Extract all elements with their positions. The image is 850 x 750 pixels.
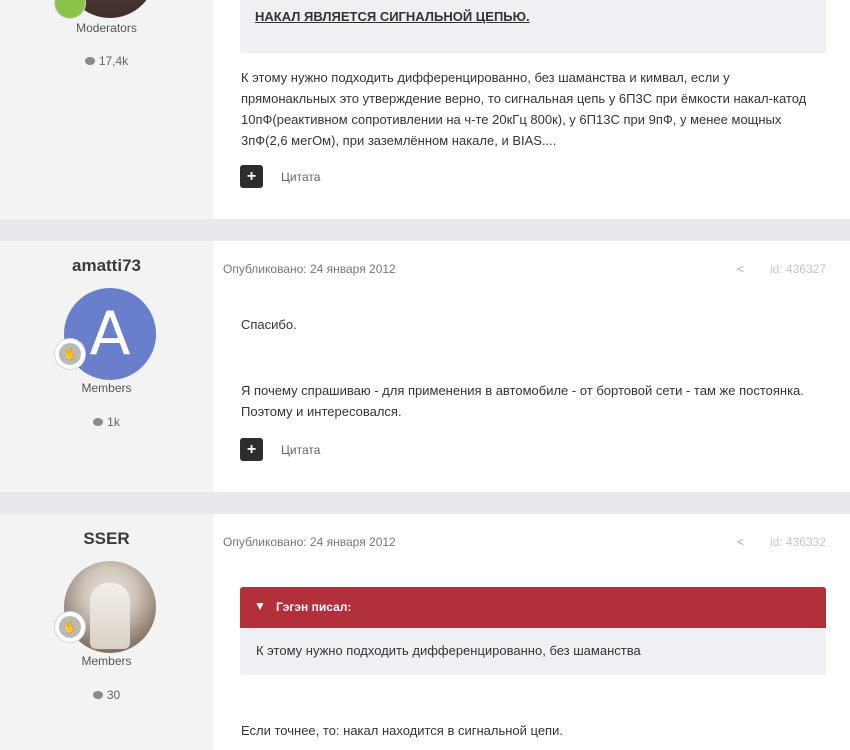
- reaction-count: 1k: [0, 415, 213, 429]
- chevron-down-icon[interactable]: ▼: [254, 599, 266, 613]
- reaction-count: 17,4k: [0, 54, 213, 68]
- author-panel: Moderators 17,4k: [0, 0, 213, 219]
- username[interactable]: SSER: [0, 529, 213, 549]
- quote-box: НАКАЛ ЯВЛЯЕТСЯ СИГНАЛЬНОЙ ЦЕПЬЮ.: [240, 0, 826, 53]
- quote-text: НАКАЛ ЯВЛЯЕТСЯ СИГНАЛЬНОЙ ЦЕПЬЮ.: [255, 9, 530, 24]
- quote-button[interactable]: Цитата: [281, 443, 320, 457]
- share-icon[interactable]: <: [737, 535, 744, 549]
- quote-button[interactable]: Цитата: [281, 170, 320, 184]
- post-id[interactable]: id: 436327: [770, 262, 826, 276]
- author-panel: SSER ✋ Members 30: [0, 514, 213, 750]
- plus-icon: +: [246, 168, 257, 185]
- post-date[interactable]: Опубликовано: 24 января 2012: [223, 535, 396, 549]
- avatar-image: [90, 583, 130, 649]
- post-line: Если точнее, то: накал находится в сигна…: [241, 723, 563, 738]
- multiquote-plus-button[interactable]: +: [240, 165, 263, 188]
- post-date[interactable]: Опубликовано: 24 января 2012: [223, 262, 396, 276]
- user-group: Members: [81, 654, 132, 668]
- post-line: Спасибо.: [241, 317, 297, 332]
- user-group: Members: [81, 381, 132, 395]
- post-content: Опубликовано: 24 января 2012 < id: 43632…: [213, 241, 850, 492]
- author-panel: amatti73 A ✋ Members 1k: [0, 241, 213, 492]
- hand-icon: ✋: [59, 343, 81, 365]
- post-id[interactable]: id: 436332: [770, 535, 826, 549]
- post-3: SSER ✋ Members 30 Опубликовано: 24 январ…: [0, 514, 850, 750]
- post-1: Moderators 17,4k НАКАЛ ЯВЛЯЕТСЯ СИГНАЛЬН…: [0, 0, 850, 219]
- quote-box: ▼ Гэгэн писал: К этому нужно подходить д…: [240, 587, 826, 675]
- quote-header[interactable]: ▼ Гэгэн писал:: [240, 587, 826, 628]
- rank-badge: [55, 0, 85, 18]
- quote-author: Гэгэн писал:: [276, 600, 352, 614]
- multiquote-plus-button[interactable]: +: [240, 438, 263, 461]
- username[interactable]: amatti73: [0, 256, 213, 276]
- rank-badge: ✋: [55, 612, 85, 642]
- post-body: К этому нужно подходить дифференцированн…: [241, 70, 807, 148]
- post-2: amatti73 A ✋ Members 1k Опубликовано: 24…: [0, 241, 850, 492]
- post-line: Я почему спрашиваю - для применения в ав…: [241, 383, 804, 419]
- comment-bubble-icon: [84, 56, 95, 65]
- comment-bubble-icon: [92, 690, 103, 699]
- rank-badge: ✋: [55, 339, 85, 369]
- post-content: Опубликовано: 24 января 2012 < id: 43633…: [213, 514, 850, 750]
- comment-bubble-icon: [93, 417, 104, 426]
- post-content: НАКАЛ ЯВЛЯЕТСЯ СИГНАЛЬНОЙ ЦЕПЬЮ. К этому…: [213, 0, 850, 219]
- user-group: Moderators: [76, 21, 137, 35]
- quote-text: К этому нужно подходить дифференцированн…: [256, 643, 641, 658]
- plus-icon: +: [246, 441, 257, 458]
- hand-icon: ✋: [59, 616, 81, 638]
- reaction-count: 30: [0, 688, 213, 702]
- share-icon[interactable]: <: [737, 262, 744, 276]
